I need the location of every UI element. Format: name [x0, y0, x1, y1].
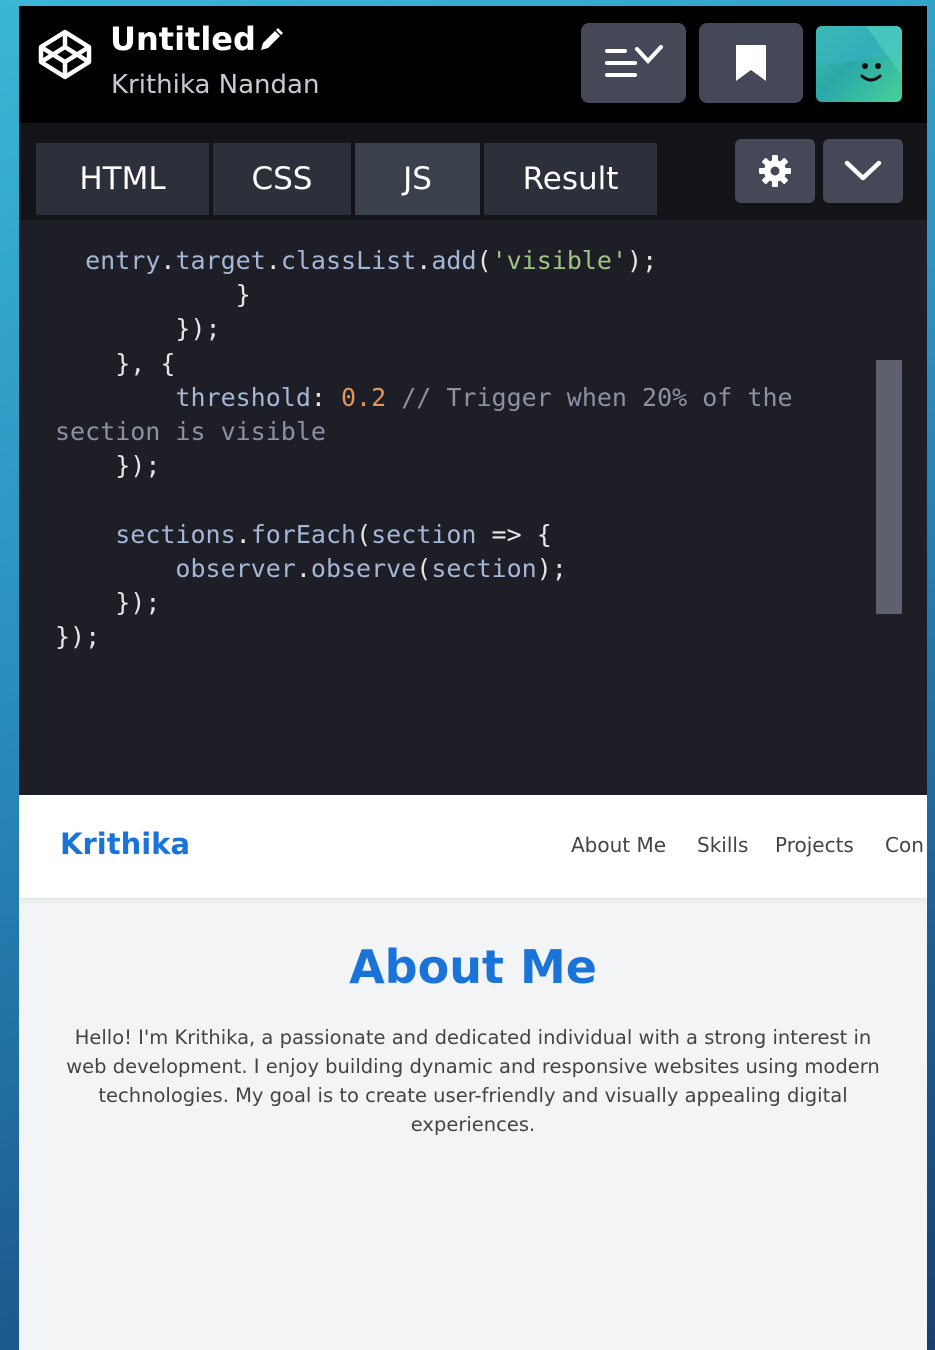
pen-title[interactable]: Untitled [110, 20, 256, 58]
code-content[interactable]: entry.target.classList.add('visible'); }… [55, 244, 793, 654]
collapse-editor-button[interactable] [823, 139, 903, 203]
tab-css[interactable]: CSS [213, 143, 351, 215]
chevron-down-icon [844, 160, 882, 181]
editor-scrollbar[interactable] [876, 360, 902, 614]
bookmark-button[interactable] [699, 23, 803, 103]
pencil-icon[interactable] [257, 26, 285, 54]
tab-html[interactable]: HTML [36, 143, 209, 215]
code-line: } [235, 280, 251, 310]
code-line: section is visible [55, 417, 326, 447]
editor-tab-bar: HTML CSS JS Result [19, 123, 927, 220]
code-line: observer.observe(section); [175, 553, 567, 583]
avatar-face-icon [816, 26, 902, 82]
code-line: }); [115, 451, 161, 481]
codepen-frame: Untitled Krithika Nandan HTML CSS JS Res… [19, 6, 927, 1350]
code-line: }); [115, 588, 161, 618]
nav-link-projects[interactable]: Projects [775, 833, 854, 857]
nav-link-skills[interactable]: Skills [697, 833, 748, 857]
avatar[interactable] [816, 26, 902, 102]
code-line: }, { [115, 348, 176, 378]
code-line: sections.forEach(section => { [115, 519, 552, 549]
codepen-logo-icon[interactable] [37, 28, 93, 80]
settings-button[interactable] [735, 139, 815, 203]
js-code-editor[interactable]: entry.target.classList.add('visible'); }… [19, 220, 927, 795]
preview-navbar: Krithika About Me Skills Projects Con [19, 795, 927, 898]
preview-brand[interactable]: Krithika [60, 827, 190, 861]
tab-result[interactable]: Result [484, 143, 657, 215]
view-menu-icon [604, 45, 663, 77]
about-paragraph: Hello! I'm Krithika, a passionate and de… [66, 1026, 880, 1136]
view-switcher-button[interactable] [581, 23, 686, 103]
result-preview: Krithika About Me Skills Projects Con Ab… [19, 795, 927, 1350]
code-line: }); [55, 622, 101, 652]
tab-js[interactable]: JS [355, 143, 480, 215]
code-line: threshold: 0.2 // Trigger when 20% of th… [175, 382, 793, 412]
about-heading: About Me [349, 940, 597, 994]
nav-link-about[interactable]: About Me [571, 833, 666, 857]
code-line: }); [175, 314, 221, 344]
app-header: Untitled Krithika Nandan [19, 6, 927, 123]
pen-author[interactable]: Krithika Nandan [111, 70, 319, 100]
nav-link-contact[interactable]: Con [885, 833, 924, 857]
code-line: entry.target.classList.add('visible'); [85, 246, 658, 275]
bookmark-icon [736, 45, 766, 81]
gear-icon [759, 155, 791, 187]
